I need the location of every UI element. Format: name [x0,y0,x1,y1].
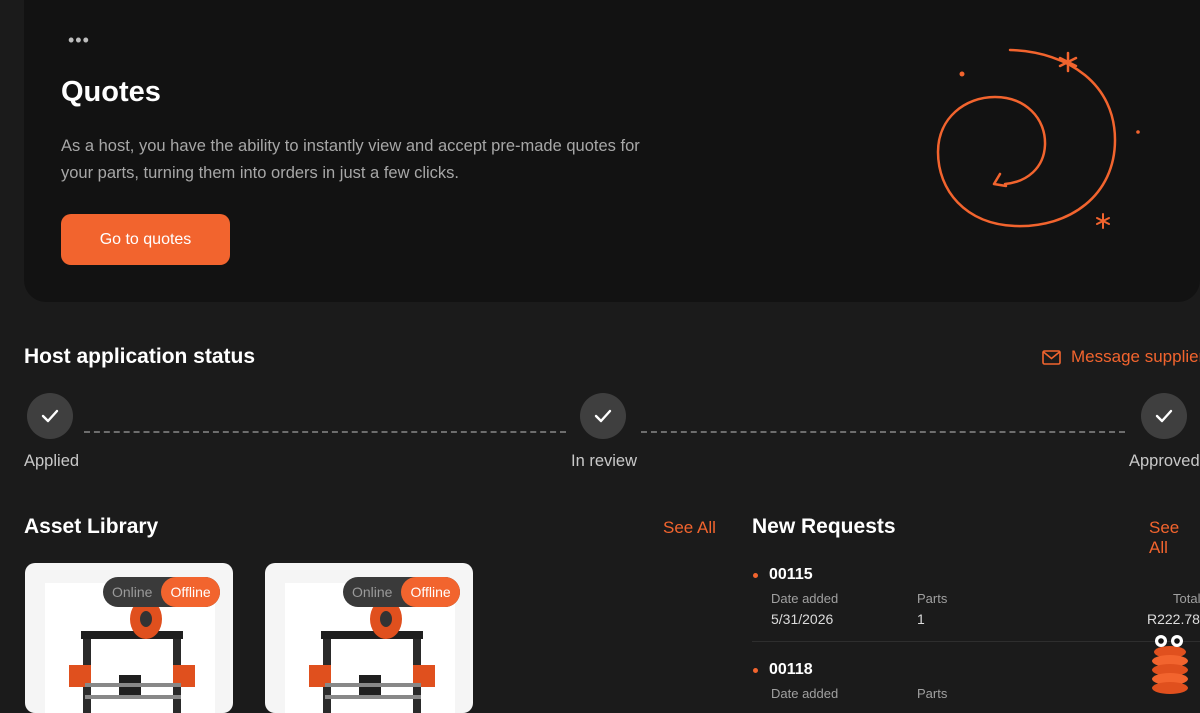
request-total-label: Total [1173,591,1200,606]
toggle-offline[interactable]: Offline [161,577,220,607]
check-icon [594,409,612,423]
asset-library-title: Asset Library [24,515,159,538]
request-bullet [753,668,758,673]
asset-card[interactable]: Online Offline [265,563,473,713]
asset-library-see-all-link[interactable]: See All [663,518,716,538]
check-icon [1155,409,1173,423]
quotes-description: As a host, you have the ability to insta… [61,137,640,182]
request-parts-label: Parts [917,591,948,606]
step-connector [84,431,566,433]
check-icon [41,409,59,423]
request-date: 5/31/2026 [771,611,834,627]
mail-icon [1042,349,1061,365]
ellipsis-icon[interactable]: ••• [68,30,90,51]
request-id[interactable]: 00118 [769,661,813,679]
toggle-offline[interactable]: Offline [401,577,460,607]
request-parts: 1 [917,611,925,627]
message-supplier-link[interactable]: Message supplier [1042,347,1200,367]
online-offline-toggle[interactable]: Online Offline [343,577,460,607]
request-total: R222.78 [1147,611,1200,627]
step-in-review-check [580,393,626,439]
toggle-online[interactable]: Online [343,584,401,600]
new-requests-title: New Requests [752,515,896,538]
request-date-label: Date added [771,591,839,606]
request-id[interactable]: 00115 [769,566,813,584]
step-applied-check [27,393,73,439]
spring-mascot-icon[interactable] [1146,632,1196,694]
step-label-approved: Approved [1129,452,1200,470]
asset-card[interactable]: Online Offline [25,563,233,713]
new-requests-see-all-link[interactable]: See All [1149,518,1200,558]
request-bullet [753,573,758,578]
step-label-in-review: In review [571,452,638,470]
step-label-applied: Applied [24,452,80,470]
request-divider [752,641,1200,642]
toggle-online[interactable]: Online [103,584,161,600]
host-status-title: Host application status [24,345,256,368]
quotes-title: Quotes [61,76,161,108]
step-approved-check [1141,393,1187,439]
online-offline-toggle[interactable]: Online Offline [103,577,220,607]
go-to-quotes-button[interactable]: Go to quotes [61,214,230,265]
step-connector [641,431,1125,433]
message-supplier-label: Message supplier [1071,347,1200,366]
swirl-illustration-icon [936,48,1140,229]
